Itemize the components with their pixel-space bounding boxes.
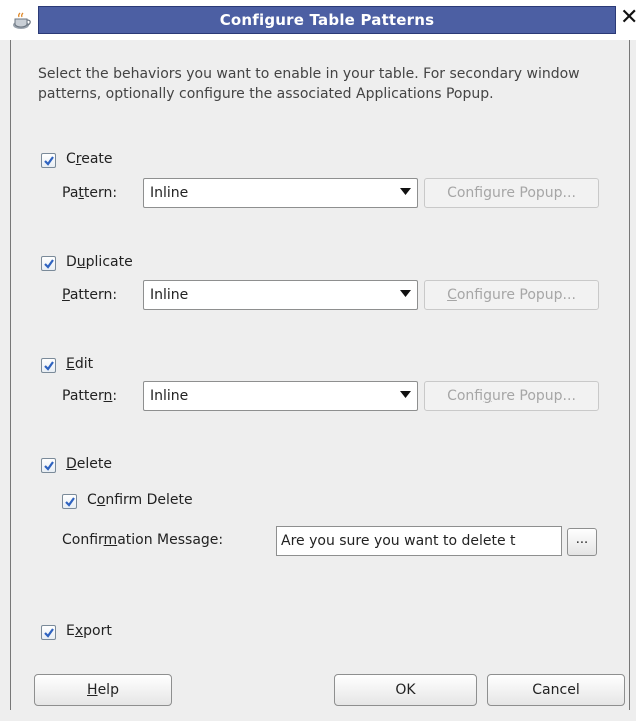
export-checkbox[interactable] xyxy=(41,625,56,640)
configure-table-patterns-dialog: Configure Table Patterns ✕ Select the be… xyxy=(0,0,636,721)
title-bar[interactable]: Configure Table Patterns ✕ xyxy=(0,0,636,40)
check-icon xyxy=(44,361,54,371)
chevron-down-icon xyxy=(400,391,411,398)
duplicate-checkbox[interactable] xyxy=(41,256,56,271)
close-icon[interactable]: ✕ xyxy=(620,6,636,30)
edit-checkbox[interactable] xyxy=(41,358,56,373)
edit-pattern-label: Pattern: xyxy=(62,388,118,404)
export-label[interactable]: Export xyxy=(66,623,112,639)
check-icon xyxy=(44,461,54,471)
create-pattern-value: Inline xyxy=(150,185,189,201)
delete-label[interactable]: Delete xyxy=(66,456,112,472)
title-band: Configure Table Patterns xyxy=(38,6,616,34)
window-title: Configure Table Patterns xyxy=(219,11,435,29)
confirmation-message-browse-button[interactable]: ... xyxy=(567,528,597,556)
create-pattern-select[interactable]: Inline xyxy=(143,178,418,208)
dialog-frame xyxy=(10,40,630,710)
create-checkbox[interactable] xyxy=(41,153,56,168)
edit-configure-popup-button[interactable]: Configure Popup... xyxy=(424,381,599,411)
confirm-delete-label[interactable]: Confirm Delete xyxy=(87,492,193,508)
check-icon xyxy=(44,259,54,269)
confirm-delete-checkbox[interactable] xyxy=(62,494,77,509)
duplicate-pattern-select[interactable]: Inline xyxy=(143,280,418,310)
check-icon xyxy=(44,156,54,166)
cancel-button[interactable]: Cancel xyxy=(487,674,625,706)
edit-pattern-select[interactable]: Inline xyxy=(143,381,418,411)
edit-label[interactable]: Edit xyxy=(66,356,93,372)
chevron-down-icon xyxy=(400,290,411,297)
create-configure-popup-button[interactable]: Configure Popup... xyxy=(424,178,599,208)
help-button[interactable]: Help xyxy=(34,674,172,706)
intro-text: Select the behaviors you want to enable … xyxy=(38,66,580,102)
coffee-cup-icon xyxy=(13,12,31,29)
duplicate-pattern-label: Pattern: xyxy=(62,287,118,303)
confirmation-message-label: Confirmation Message: xyxy=(62,532,224,548)
create-label[interactable]: Create xyxy=(66,151,113,167)
duplicate-configure-popup-button[interactable]: Configure Popup... xyxy=(424,280,599,310)
ok-button[interactable]: OK xyxy=(334,674,477,706)
delete-checkbox[interactable] xyxy=(41,458,56,473)
check-icon xyxy=(44,628,54,638)
duplicate-label[interactable]: Duplicate xyxy=(66,254,133,270)
edit-pattern-value: Inline xyxy=(150,388,189,404)
create-pattern-label: Pattern: xyxy=(62,185,118,201)
confirmation-message-input[interactable]: Are you sure you want to delete t xyxy=(276,526,562,556)
check-icon xyxy=(65,497,75,507)
duplicate-pattern-value: Inline xyxy=(150,287,189,303)
chevron-down-icon xyxy=(400,188,411,195)
